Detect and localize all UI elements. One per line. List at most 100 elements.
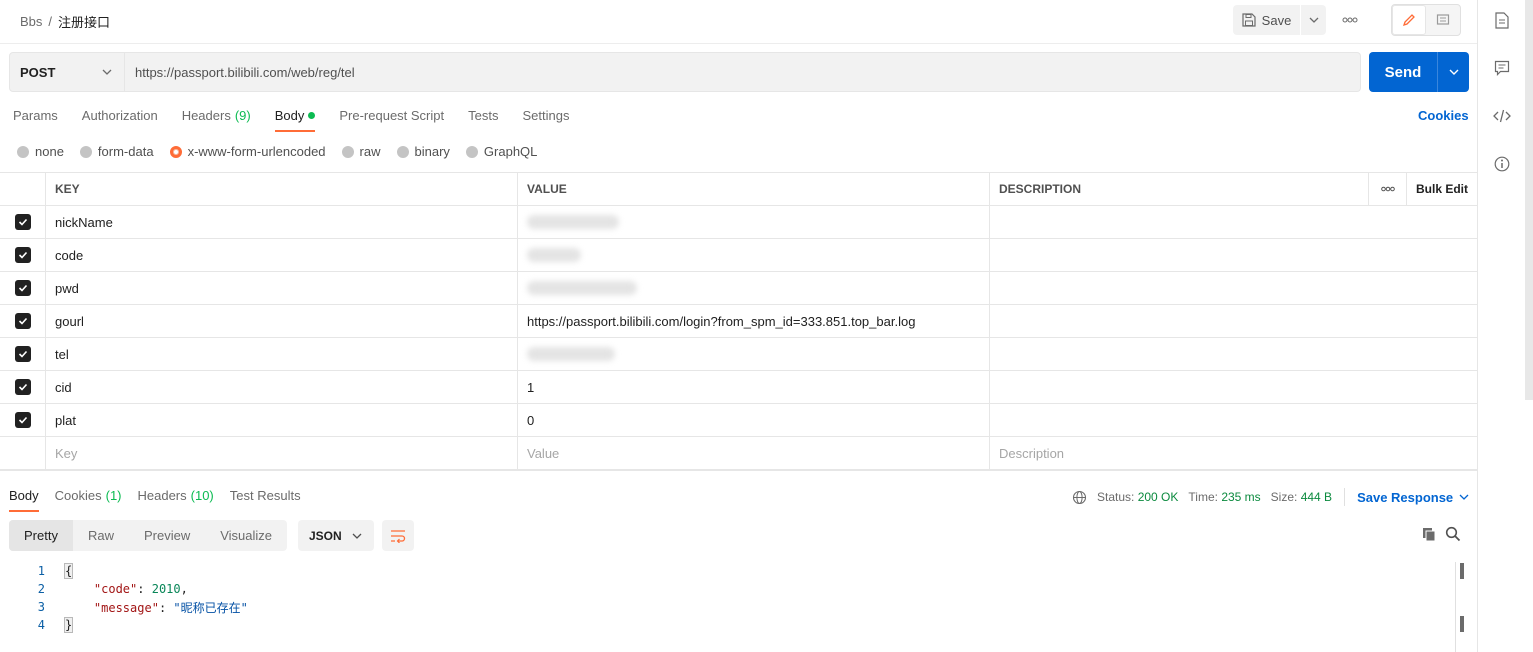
radio-binary[interactable]: binary — [396, 144, 450, 159]
column-value: VALUE — [518, 173, 990, 205]
check-icon — [18, 383, 27, 391]
row-checkbox[interactable] — [14, 280, 31, 296]
comments-icon[interactable] — [1493, 59, 1511, 77]
code-snippet-icon[interactable] — [1493, 107, 1511, 125]
view-preview[interactable]: Preview — [129, 520, 205, 551]
radio-urlencoded[interactable]: x-www-form-urlencoded — [169, 144, 326, 159]
row-description[interactable] — [990, 206, 1477, 238]
response-tab-test-results[interactable]: Test Results — [230, 485, 301, 512]
size-info[interactable]: Size: 444 B — [1271, 490, 1332, 504]
code-scrollbar-marker[interactable] — [1460, 563, 1464, 579]
row-value[interactable]: https://passport.bilibili.com/login?from… — [518, 305, 990, 337]
row-value[interactable] — [518, 239, 990, 271]
request-tabs: Params Authorization Headers (9) Body Pre… — [13, 104, 569, 132]
new-description-input[interactable]: Description — [990, 437, 1477, 469]
url-input[interactable]: https://passport.bilibili.com/web/reg/te… — [125, 52, 1361, 92]
row-value[interactable]: 0 — [518, 404, 990, 436]
tab-pre-request-script[interactable]: Pre-request Script — [339, 104, 444, 132]
code-scrollbar-marker[interactable] — [1460, 616, 1464, 632]
copy-icon[interactable] — [1421, 526, 1437, 545]
send-button[interactable]: Send — [1369, 52, 1469, 92]
row-key[interactable]: plat — [46, 404, 518, 436]
comment-mode-button[interactable] — [1426, 5, 1460, 35]
line-number: 4 — [37, 618, 45, 632]
search-icon[interactable] — [1445, 526, 1461, 545]
row-key[interactable]: code — [46, 239, 518, 271]
radio-form-data[interactable]: form-data — [79, 144, 154, 159]
window-scrollbar[interactable] — [1525, 0, 1533, 400]
row-key[interactable]: gourl — [46, 305, 518, 337]
response-body-code[interactable]: 1 { 2 "code": 2010, 3 "message": "昵称已存在"… — [0, 562, 1460, 634]
save-options-button[interactable] — [1301, 5, 1326, 35]
row-description[interactable] — [990, 239, 1477, 271]
line-content: "code": 2010, — [93, 582, 188, 596]
row-key[interactable]: tel — [46, 338, 518, 370]
line-number: 2 — [37, 582, 45, 596]
info-icon[interactable] — [1493, 155, 1511, 173]
row-checkbox[interactable] — [14, 379, 31, 395]
view-raw[interactable]: Raw — [73, 520, 129, 551]
new-key-input[interactable]: Key — [46, 437, 518, 469]
view-visualize[interactable]: Visualize — [205, 520, 287, 551]
bulk-edit-button[interactable]: Bulk Edit — [1407, 173, 1477, 205]
format-select[interactable]: JSON — [298, 520, 374, 551]
row-value[interactable] — [518, 338, 990, 370]
radio-label: none — [35, 144, 64, 159]
save-button[interactable]: Save — [1233, 5, 1300, 35]
response-tab-cookies[interactable]: Cookies (1) — [55, 485, 122, 512]
row-description[interactable] — [990, 404, 1477, 436]
save-response-button[interactable]: Save Response — [1357, 490, 1469, 505]
row-description[interactable] — [990, 338, 1477, 370]
row-checkbox[interactable] — [14, 214, 31, 230]
status-info[interactable]: Status: 200 OK — [1097, 490, 1178, 504]
wrap-lines-button[interactable] — [382, 520, 414, 551]
radio-raw[interactable]: raw — [341, 144, 381, 159]
pane-divider[interactable] — [0, 470, 1477, 480]
row-checkbox[interactable] — [14, 346, 31, 362]
row-key[interactable]: nickName — [46, 206, 518, 238]
row-checkbox[interactable] — [14, 313, 31, 329]
request-name[interactable]: 注册接口 — [58, 12, 110, 31]
line-content: { — [45, 563, 74, 579]
method-select[interactable]: POST — [9, 52, 125, 92]
new-value-input[interactable]: Value — [518, 437, 990, 469]
row-key[interactable]: pwd — [46, 272, 518, 304]
radio-label: raw — [359, 144, 381, 159]
row-checkbox[interactable] — [14, 247, 31, 263]
cookies-link[interactable]: Cookies — [1418, 108, 1469, 123]
globe-icon[interactable] — [1072, 490, 1087, 505]
time-info[interactable]: Time: 235 ms — [1188, 490, 1260, 504]
row-description[interactable] — [990, 371, 1477, 403]
tab-body[interactable]: Body — [274, 104, 316, 132]
view-pretty[interactable]: Pretty — [9, 520, 73, 551]
response-tab-body[interactable]: Body — [9, 485, 39, 512]
divider — [1344, 488, 1346, 506]
send-options-button[interactable] — [1437, 52, 1469, 92]
tab-count: (9) — [234, 108, 251, 123]
tab-authorization[interactable]: Authorization — [82, 104, 158, 132]
row-checkbox[interactable] — [14, 412, 31, 428]
tab-label: Test Results — [229, 488, 301, 503]
column-options-button[interactable] — [1369, 173, 1407, 205]
row-value[interactable]: 1 — [518, 371, 990, 403]
row-key[interactable]: cid — [46, 371, 518, 403]
tab-tests[interactable]: Tests — [468, 104, 498, 132]
response-tab-headers[interactable]: Headers (10) — [138, 485, 214, 512]
tab-settings[interactable]: Settings — [522, 104, 569, 132]
radio-graphql[interactable]: GraphQL — [465, 144, 537, 159]
table-header: KEY VALUE DESCRIPTION Bulk Edit — [0, 173, 1477, 206]
row-description[interactable] — [990, 305, 1477, 337]
edit-mode-button[interactable] — [1392, 5, 1426, 35]
radio-none[interactable]: none — [17, 144, 64, 159]
row-value[interactable] — [518, 272, 990, 304]
tab-params[interactable]: Params — [13, 104, 58, 132]
breadcrumb-collection[interactable]: Bbs — [20, 14, 42, 29]
more-actions-button[interactable] — [1338, 10, 1362, 30]
row-description[interactable] — [990, 272, 1477, 304]
documentation-icon[interactable] — [1493, 11, 1511, 29]
radio-circle — [79, 145, 92, 158]
json-number: 2010 — [151, 582, 181, 596]
row-value[interactable] — [518, 206, 990, 238]
line-number: 1 — [37, 564, 45, 578]
tab-headers[interactable]: Headers (9) — [182, 104, 251, 132]
